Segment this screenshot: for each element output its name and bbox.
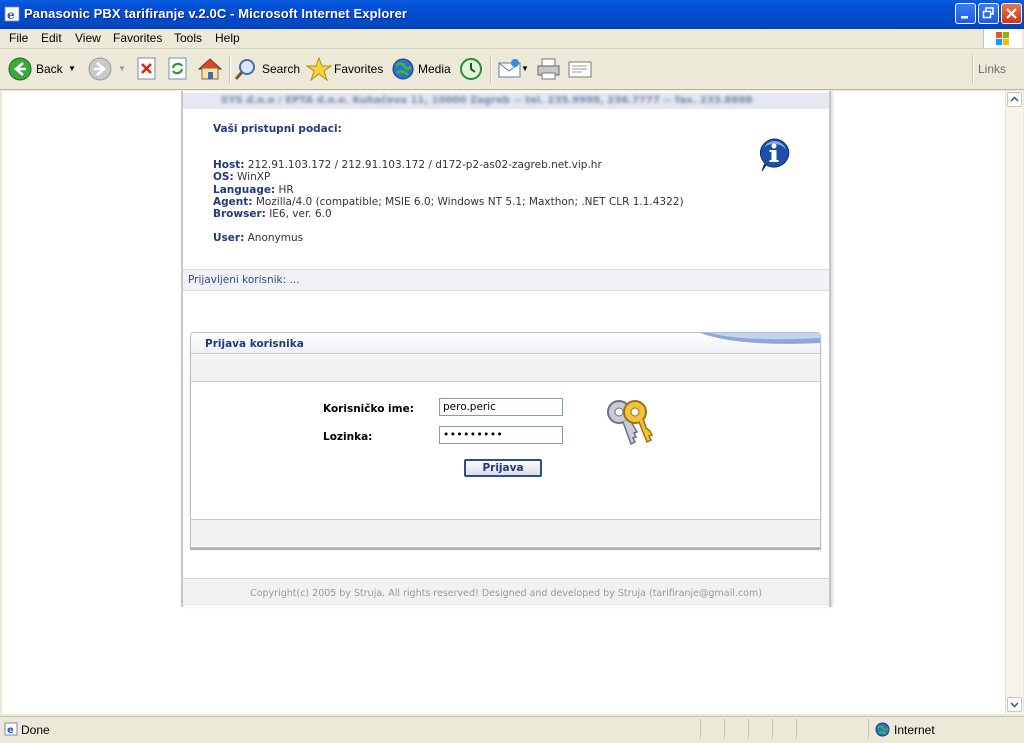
menu-view[interactable]: View: [75, 31, 101, 45]
forward-arrow-icon: [88, 57, 112, 81]
access-info: Vaši pristupni podaci: Host: 212.91.103.…: [213, 123, 684, 244]
host-row: Host: 212.91.103.172 / 212.91.103.172 / …: [213, 159, 602, 172]
menu-edit[interactable]: Edit: [41, 31, 62, 45]
media-globe-icon: [392, 58, 414, 80]
minimize-button[interactable]: [955, 3, 976, 24]
windows-flag-icon: [996, 32, 1009, 45]
favorites-label: Favorites: [334, 62, 384, 76]
login-panel: Prijava korisnika Korisničko ime: Lozink…: [190, 332, 821, 548]
menu-favorites[interactable]: Favorites: [113, 31, 162, 45]
logged-in-bar: Prijavljeni korisnik: ...: [183, 269, 829, 291]
access-info-heading: Vaši pristupni podaci:: [213, 123, 342, 135]
logged-in-text: Prijavljeni korisnik: ...: [188, 274, 300, 286]
forward-dropdown-icon[interactable]: ▼: [118, 64, 126, 73]
edit-button[interactable]: [567, 55, 593, 83]
page-done-icon: e: [4, 722, 18, 736]
host-value: 212.91.103.172 / 212.91.103.172 / d172-p…: [247, 159, 602, 172]
home-button[interactable]: [197, 55, 223, 83]
os-value: WinXP: [237, 171, 271, 184]
close-icon: [1006, 8, 1017, 19]
scroll-down-button[interactable]: [1007, 697, 1022, 712]
user-row: User: Anonymus: [213, 232, 304, 245]
copyright-text: Copyright(c) 2005 by Struja. All rights …: [250, 588, 762, 599]
window-title-bar[interactable]: e Panasonic PBX tarifiranje v.2.0C - Mic…: [0, 0, 1024, 29]
login-panel-bottom-band: [191, 519, 820, 546]
refresh-button[interactable]: [167, 55, 189, 83]
forward-button[interactable]: ▼: [88, 55, 128, 83]
agent-value: Mozilla/4.0 (compatible; MSIE 6.0; Windo…: [255, 195, 684, 208]
refresh-icon: [168, 57, 187, 80]
home-icon: [197, 58, 223, 80]
password-input[interactable]: [439, 426, 563, 444]
security-zone: Internet: [868, 719, 1019, 739]
print-button[interactable]: [536, 55, 562, 83]
status-text: Done: [21, 723, 50, 737]
login-panel-title: Prijava korisnika: [205, 338, 304, 350]
status-bar: e Done Internet: [0, 716, 1024, 743]
search-icon: [234, 59, 255, 80]
username-input[interactable]: [439, 398, 563, 416]
minimize-icon: [961, 16, 968, 19]
history-button[interactable]: [458, 55, 484, 83]
search-label: Search: [262, 62, 301, 76]
os-row: OS: WinXP: [213, 171, 271, 184]
browser-viewport: SYS d.o.o / EPTA d.o.o. Kuhačeva 11, 100…: [2, 91, 1005, 714]
password-label: Lozinka:: [323, 431, 373, 443]
language-value: HR: [278, 183, 294, 196]
mail-dropdown-icon[interactable]: ▼: [521, 64, 529, 73]
scroll-down-arrow-icon: [1010, 702, 1019, 708]
back-arrow-icon: [8, 57, 32, 81]
restore-button[interactable]: [978, 3, 999, 24]
mail-button[interactable]: ▼: [497, 55, 531, 83]
internet-explorer-icon: e: [4, 6, 20, 22]
menu-bar: File Edit View Favorites Tools Help: [0, 29, 1024, 49]
back-button[interactable]: Back ▼: [8, 55, 84, 83]
search-button[interactable]: Search: [234, 55, 300, 83]
browser-value: IE6, ver. 6.0: [269, 208, 332, 221]
favorites-button[interactable]: Favorites: [306, 55, 384, 83]
language-row: Language: HR: [213, 183, 294, 196]
printer-icon: [537, 58, 560, 80]
internet-zone-globe-icon: [875, 722, 890, 737]
company-header-text: SYS d.o.o / EPTA d.o.o. Kuhačeva 11, 100…: [221, 95, 753, 106]
links-toolbar[interactable]: Links: [978, 62, 1006, 76]
stop-icon: [137, 57, 156, 80]
close-button[interactable]: [1001, 3, 1022, 24]
history-clock-icon: [460, 58, 482, 80]
windows-logo: [983, 29, 1022, 48]
edit-page-icon: [568, 61, 592, 78]
header-swoosh-decoration: [700, 333, 820, 344]
scroll-up-button[interactable]: [1007, 92, 1022, 107]
window-title: Panasonic PBX tarifiranje v.2.0C - Micro…: [24, 6, 408, 21]
login-panel-header: Prijava korisnika: [191, 333, 820, 354]
scroll-up-arrow-icon: [1010, 96, 1019, 102]
mail-envelope-icon: [498, 59, 521, 78]
svg-text:e: e: [7, 725, 14, 736]
menu-tools[interactable]: Tools: [174, 31, 202, 45]
favorites-star-icon: [306, 57, 332, 81]
agent-row: Agent: Mozilla/4.0 (compatible; MSIE 6.0…: [213, 195, 684, 208]
security-zone-label: Internet: [894, 723, 935, 737]
back-dropdown-icon[interactable]: ▼: [68, 64, 76, 73]
standard-toolbar: Back ▼ ▼ Search Favorites Media ▼ Links: [0, 49, 1024, 90]
login-submit-button[interactable]: Prijava: [464, 459, 542, 477]
media-button[interactable]: Media: [391, 55, 451, 83]
username-label: Korisničko ime:: [323, 403, 414, 415]
keys-icon: [607, 400, 653, 446]
restore-icon: [982, 7, 994, 19]
page-footer: Copyright(c) 2005 by Struja. All rights …: [183, 578, 829, 606]
page-header-bar: SYS d.o.o / EPTA d.o.o. Kuhačeva 11, 100…: [183, 93, 829, 109]
menu-help[interactable]: Help: [215, 31, 240, 45]
menu-file[interactable]: File: [9, 31, 28, 45]
login-panel-top-band: [191, 355, 820, 382]
browser-row: Browser: IE6, ver. 6.0: [213, 208, 332, 221]
info-icon: [759, 138, 790, 172]
stop-button[interactable]: [136, 55, 158, 83]
user-value: Anonymus: [247, 232, 304, 245]
back-label: Back: [36, 62, 63, 76]
page-container: SYS d.o.o / EPTA d.o.o. Kuhačeva 11, 100…: [181, 91, 831, 607]
svg-text:e: e: [7, 8, 15, 22]
media-label: Media: [418, 62, 451, 76]
vertical-scrollbar[interactable]: [1005, 91, 1023, 714]
